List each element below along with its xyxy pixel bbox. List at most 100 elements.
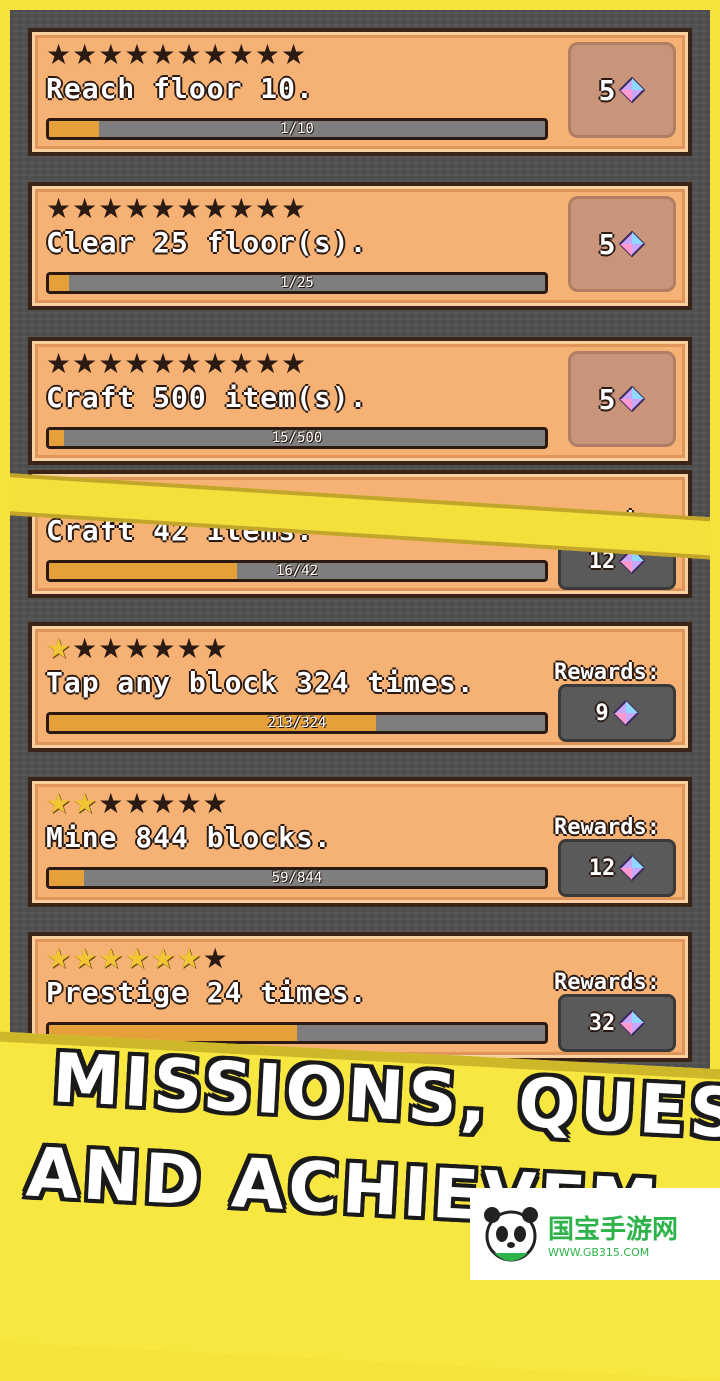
progress-text: 213/324 bbox=[267, 715, 327, 731]
star-icon: ★ bbox=[254, 192, 280, 225]
star-icon: ★ bbox=[98, 38, 124, 71]
progress-bar: 1/25 bbox=[46, 272, 548, 294]
progress-bar: 15/500 bbox=[46, 427, 548, 449]
watermark-text-block: 国宝手游网 WWW.GB315.COM bbox=[548, 1209, 678, 1259]
progress-text: 1/10 bbox=[280, 121, 314, 137]
star-icon: ★ bbox=[280, 347, 307, 380]
star-icon: ★ bbox=[228, 38, 254, 71]
progress-text: 16/42 bbox=[275, 563, 319, 579]
star-icon: ★ bbox=[46, 632, 72, 665]
reward-amount: 12 bbox=[588, 855, 616, 881]
star-icon: ★ bbox=[150, 38, 176, 71]
star-icon: ★ bbox=[72, 347, 98, 380]
star-icon: ★ bbox=[228, 192, 254, 225]
star-rating: ★ ★ ★ ★ ★ ★ ★ ★ ★ ★ bbox=[46, 38, 306, 72]
star-icon: ★ bbox=[46, 347, 72, 380]
reward-amount: 5 bbox=[598, 382, 616, 416]
mission-card[interactable]: ★ ★ ★ ★ ★ ★ ★ Tap any block 324 times. 213/324 Re… bbox=[28, 622, 692, 752]
star-icon: ★ bbox=[176, 38, 202, 71]
star-icon: ★ bbox=[124, 347, 150, 380]
star-icon: ★ bbox=[202, 347, 228, 380]
star-icon: ★ bbox=[228, 347, 254, 380]
star-icon: ★ bbox=[176, 787, 202, 820]
star-rating: ★★★★★★★ bbox=[46, 787, 228, 821]
mission-card[interactable]: ★ ★ ★ ★ ★ ★ ★ ★ ★ ★ Craft 500 item(s). 15/500 5 bbox=[28, 337, 692, 465]
star-icon: ★ bbox=[176, 192, 202, 225]
star-icon: ★ bbox=[98, 632, 124, 665]
star-icon: ★ bbox=[124, 787, 150, 820]
star-icon: ★ bbox=[98, 347, 124, 380]
star-icon: ★ bbox=[150, 347, 176, 380]
progress-text: 59/844 bbox=[271, 870, 323, 886]
star-icon: ★ bbox=[280, 38, 307, 71]
star-icon: ★ bbox=[176, 942, 202, 975]
claim-reward-button[interactable]: 32 bbox=[558, 994, 676, 1052]
star-icon: ★ bbox=[150, 632, 176, 665]
claim-reward-button[interactable]: 9 bbox=[558, 684, 676, 742]
star-icon: ★ bbox=[72, 192, 98, 225]
star-rating: ★ ★ ★ ★ ★ ★ ★ ★ ★ ★ bbox=[46, 192, 306, 226]
star-icon: ★ bbox=[202, 192, 228, 225]
mission-title: Prestige 24 times. bbox=[46, 976, 368, 1009]
star-icon: ★ bbox=[150, 942, 176, 975]
mission-title: Clear 25 floor(s). bbox=[46, 226, 368, 259]
star-icon: ★ bbox=[98, 787, 124, 820]
star-icon: ★ bbox=[72, 38, 98, 71]
star-icon: ★ bbox=[280, 192, 307, 225]
mission-card[interactable]: ★ ★ ★ ★ ★ ★ ★ ★ ★ ★ Clear 25 floor(s). 1/25 5 bbox=[28, 182, 692, 310]
star-icon: ★ bbox=[150, 192, 176, 225]
mission-title: Tap any block 324 times. bbox=[46, 666, 475, 699]
star-icon: ★ bbox=[46, 38, 72, 71]
star-rating: ★ ★ ★ ★ ★ ★ ★ ★ ★ ★ bbox=[46, 347, 306, 381]
star-icon: ★ bbox=[72, 632, 98, 665]
gem-icon bbox=[619, 1010, 646, 1036]
gem-icon bbox=[619, 386, 646, 412]
progress-bar: 1/10 bbox=[46, 118, 548, 140]
star-icon: ★ bbox=[124, 942, 150, 975]
star-icon: ★ bbox=[46, 192, 72, 225]
star-icon: ★ bbox=[124, 632, 150, 665]
reward-amount: 32 bbox=[588, 1010, 616, 1036]
progress-text: 1/25 bbox=[280, 275, 314, 291]
rewards-label: Rewards: bbox=[554, 970, 660, 995]
claim-reward-button[interactable]: 12 bbox=[558, 839, 676, 897]
watermark-name: 国宝手游网 bbox=[548, 1215, 679, 1245]
progress-bar: 59/844 bbox=[46, 867, 548, 889]
star-icon: ★ bbox=[72, 787, 98, 820]
rewards-label: Rewards: bbox=[554, 660, 660, 685]
progress-text: 15/500 bbox=[271, 430, 323, 446]
star-icon: ★ bbox=[202, 632, 228, 665]
reward-amount: 5 bbox=[598, 227, 616, 261]
mission-card[interactable]: ★ ★ ★ ★ ★ ★ ★ ★ ★ ★ Reach floor 10. 1/10 5 bbox=[28, 28, 692, 156]
star-icon: ★ bbox=[202, 787, 228, 820]
star-icon: ★ bbox=[176, 632, 202, 665]
star-icon: ★ bbox=[98, 942, 124, 975]
panda-logo-icon bbox=[484, 1207, 538, 1262]
claim-reward-button[interactable]: 5 bbox=[568, 196, 676, 292]
watermark: 国宝手游网 WWW.GB315.COM bbox=[470, 1188, 720, 1280]
star-rating: ★★★★★★★ bbox=[46, 942, 228, 976]
star-icon: ★ bbox=[72, 942, 98, 975]
star-icon: ★ bbox=[124, 38, 150, 71]
star-icon: ★ bbox=[124, 192, 150, 225]
progress-bar: 16/42 bbox=[46, 560, 548, 582]
star-icon: ★ bbox=[46, 787, 72, 820]
star-icon: ★ bbox=[98, 192, 124, 225]
watermark-url: WWW.GB315.COM bbox=[548, 1246, 650, 1259]
mission-title: Mine 844 blocks. bbox=[46, 821, 332, 854]
progress-bar: 213/324 bbox=[46, 712, 548, 734]
star-icon: ★ bbox=[254, 347, 280, 380]
star-icon: ★ bbox=[46, 942, 72, 975]
mission-card[interactable]: ★ ★ ★ ★ ★ ★ ★ Mine 844 blocks. 59/844 Rewards: 12 bbox=[28, 777, 692, 907]
star-rating: ★★★★★★★ bbox=[46, 632, 228, 666]
star-icon: ★ bbox=[254, 38, 280, 71]
gem-icon bbox=[619, 231, 646, 257]
reward-amount: 9 bbox=[595, 700, 609, 726]
star-icon: ★ bbox=[176, 347, 202, 380]
mission-title: Reach floor 10. bbox=[46, 72, 314, 105]
claim-reward-button[interactable]: 5 bbox=[568, 42, 676, 138]
gem-icon bbox=[619, 855, 646, 881]
reward-amount: 5 bbox=[598, 73, 616, 107]
claim-reward-button[interactable]: 5 bbox=[568, 351, 676, 447]
star-icon: ★ bbox=[150, 787, 176, 820]
